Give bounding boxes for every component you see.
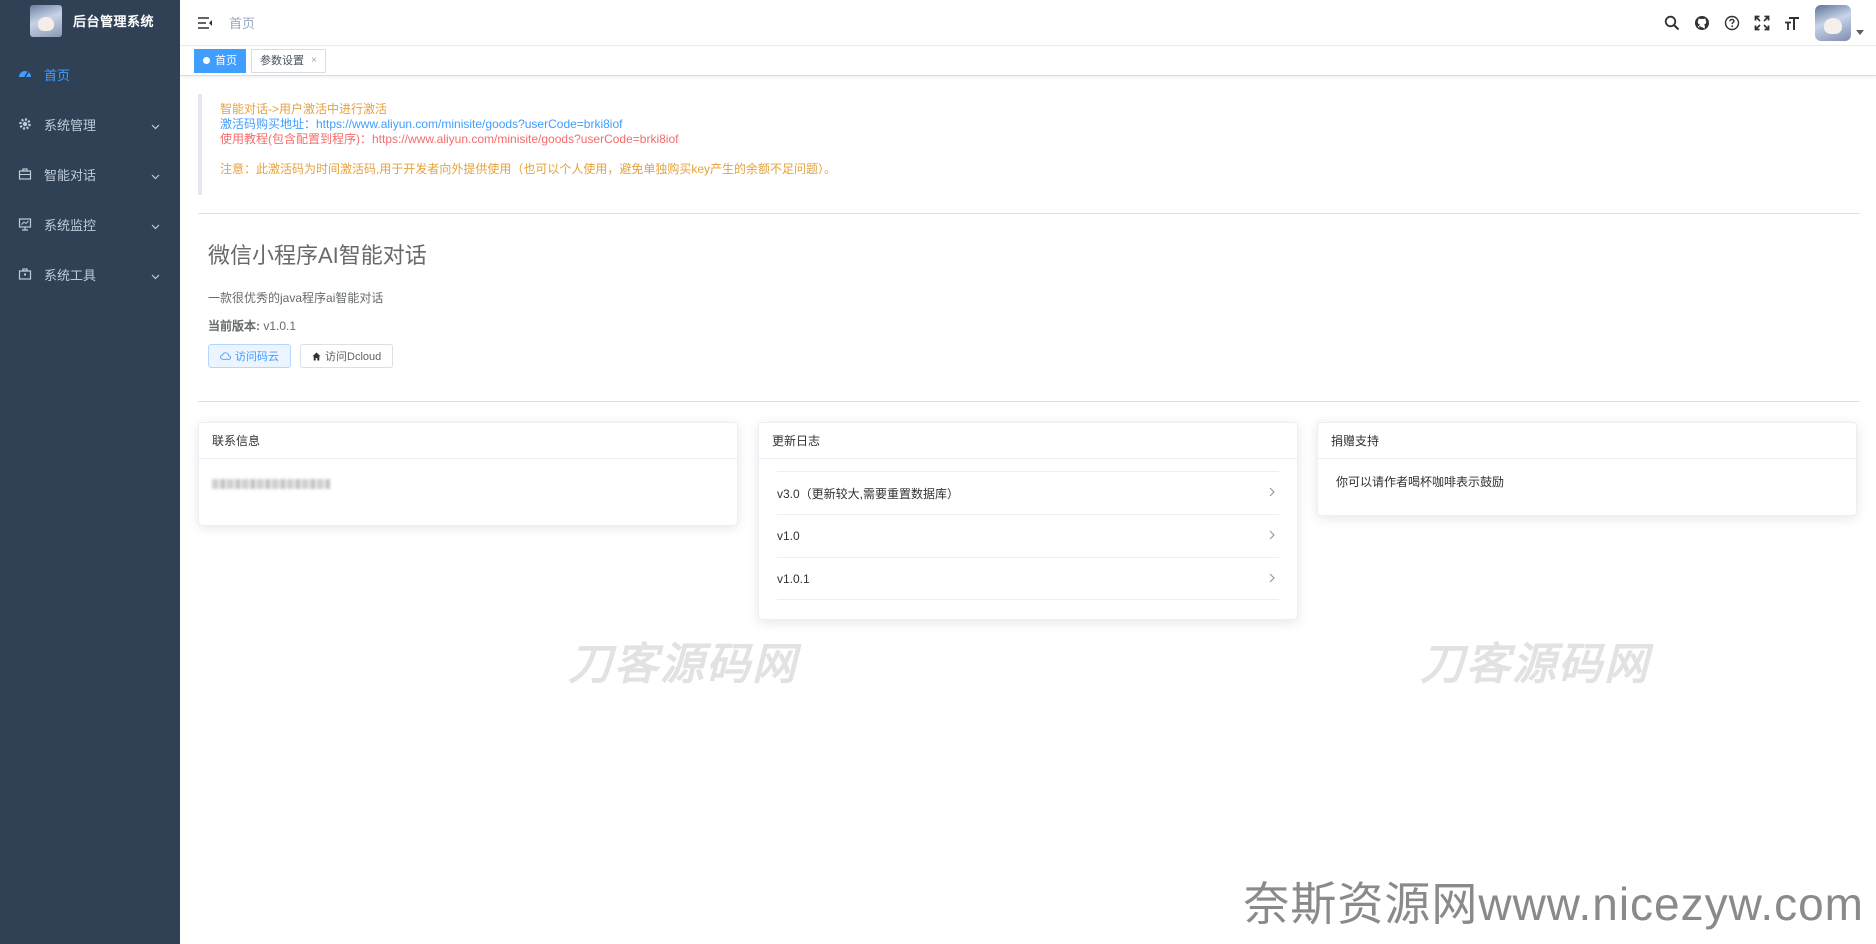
briefcase-icon	[18, 167, 32, 181]
donate-text: 你可以请作者喝杯咖啡表示鼓励	[1336, 475, 1505, 489]
chevron-right-icon	[1269, 572, 1275, 586]
version-label: 当前版本:	[208, 319, 260, 333]
notice-line-purchase-link[interactable]: 激活码购买地址：https://www.aliyun.com/minisite/…	[220, 117, 1860, 132]
version-value: v1.0.1	[263, 319, 297, 333]
info-cards: 联系信息 更新日志 v3.0（更新较大,需要重置数据库） v1.0 v1.0.1…	[198, 422, 1860, 622]
changelog-item[interactable]: v1.0.1	[777, 557, 1279, 600]
github-icon[interactable]	[1687, 0, 1717, 46]
notice-line-tutorial-link[interactable]: 使用教程(包含配置到程序)：https://www.aliyun.com/min…	[220, 132, 1860, 147]
search-icon[interactable]	[1657, 0, 1687, 46]
redacted-contact	[212, 479, 330, 489]
project-description: 一款很优秀的java程序ai智能对话	[208, 291, 384, 305]
changelog-item[interactable]: v1.0	[777, 514, 1279, 557]
main-content: 智能对话->用户激活中进行激活 激活码购买地址：https://www.aliy…	[198, 76, 1860, 622]
gear-icon	[18, 117, 32, 131]
page-title: 微信小程序AI智能对话	[208, 243, 427, 268]
breadcrumb[interactable]: 首页	[229, 13, 255, 32]
tag-label: 首页	[215, 54, 237, 67]
intro-buttons: 访问码云 访问Dcloud	[208, 344, 1860, 368]
sidebar: 后台管理系统 首页 系统管理 智能对话 系统监控 系统工具	[0, 0, 180, 944]
sidebar-item-monitor[interactable]: 系统监控	[0, 199, 180, 249]
hamburger-icon[interactable]	[195, 13, 215, 33]
font-size-icon[interactable]	[1777, 0, 1807, 46]
donate-card: 捐赠支持 你可以请作者喝杯咖啡表示鼓励	[1317, 422, 1857, 516]
contact-card: 联系信息	[198, 422, 738, 526]
tags-view: 首页 参数设置 ×	[180, 46, 1876, 76]
tag-home[interactable]: 首页	[194, 48, 246, 73]
chevron-down-icon	[151, 218, 160, 233]
site-watermark: 奈斯资源网www.nicezyw.com	[1243, 878, 1864, 930]
tag-params[interactable]: 参数设置 ×	[251, 48, 326, 73]
dashboard-icon	[18, 67, 32, 81]
changelog-card: 更新日志 v3.0（更新较大,需要重置数据库） v1.0 v1.0.1	[758, 422, 1298, 620]
sidebar-logo[interactable]: 后台管理系统	[0, 0, 180, 41]
activation-notice: 智能对话->用户激活中进行激活 激活码购买地址：https://www.aliy…	[198, 94, 1860, 195]
user-avatar[interactable]	[1815, 5, 1851, 41]
notice-spacer	[220, 147, 1860, 162]
divider	[198, 401, 1860, 402]
card-title: 更新日志	[759, 423, 1297, 459]
tag-label: 参数设置	[260, 54, 304, 67]
navbar-actions	[1657, 0, 1864, 46]
card-title: 联系信息	[199, 423, 737, 459]
sidebar-item-label: 智能对话	[44, 167, 97, 183]
monitor-icon	[18, 217, 32, 231]
notice-line-warning: 注意：此激活码为时间激活码,用于开发者向外提供使用（也可以个人使用，避免单独购买…	[220, 162, 837, 176]
sidebar-item-label: 首页	[44, 67, 71, 83]
watermark-left: 刀客源码网	[568, 640, 798, 689]
changelog-title: v1.0.1	[777, 571, 810, 586]
help-icon[interactable]	[1717, 0, 1747, 46]
chevron-down-icon	[151, 268, 160, 283]
chevron-right-icon	[1269, 529, 1275, 543]
active-dot-icon	[203, 57, 210, 64]
close-icon[interactable]: ×	[311, 50, 317, 72]
chevron-down-icon	[151, 168, 160, 183]
sidebar-item-system-management[interactable]: 系统管理	[0, 99, 180, 149]
sidebar-item-label: 系统监控	[44, 217, 97, 233]
navbar: 首页	[180, 0, 1876, 46]
sidebar-item-tools[interactable]: 系统工具	[0, 249, 180, 299]
logo-image	[30, 4, 62, 37]
card-body	[199, 459, 737, 506]
changelog-title: v1.0	[777, 529, 800, 543]
app-root: 后台管理系统 首页 系统管理 智能对话 系统监控 系统工具 首页 首页 参数设置…	[0, 0, 1876, 944]
sidebar-menu: 首页 系统管理 智能对话 系统监控 系统工具	[0, 49, 180, 299]
visit-dcloud-button[interactable]: 访问Dcloud	[300, 344, 394, 368]
chevron-down-icon	[151, 118, 160, 133]
changelog-list: v3.0（更新较大,需要重置数据库） v1.0 v1.0.1	[759, 459, 1297, 614]
project-intro: 微信小程序AI智能对话 一款很优秀的java程序ai智能对话 当前版本: v1.…	[198, 214, 1860, 368]
fullscreen-icon[interactable]	[1747, 0, 1777, 46]
notice-line-activation: 智能对话->用户激活中进行激活	[220, 102, 388, 116]
app-title: 后台管理系统	[73, 14, 155, 29]
sidebar-item-ai-chat[interactable]: 智能对话	[0, 149, 180, 199]
visit-gitee-button[interactable]: 访问码云	[208, 344, 291, 368]
changelog-title: v3.0（更新较大,需要重置数据库）	[777, 486, 960, 501]
watermark-right: 刀客源码网	[1420, 640, 1650, 689]
changelog-item[interactable]: v3.0（更新较大,需要重置数据库）	[777, 471, 1279, 514]
button-label: 访问Dcloud	[325, 351, 382, 363]
caret-down-icon[interactable]	[1856, 29, 1864, 35]
sidebar-item-label: 系统工具	[44, 267, 97, 283]
button-label: 访问码云	[235, 351, 279, 363]
home-icon	[312, 352, 321, 361]
toolbox-icon	[18, 267, 32, 281]
card-title: 捐赠支持	[1318, 423, 1856, 459]
sidebar-item-label: 系统管理	[44, 117, 97, 133]
version-info: 当前版本: v1.0.1	[208, 317, 1860, 334]
chevron-right-icon	[1269, 486, 1275, 500]
cloud-icon	[220, 352, 231, 360]
sidebar-item-home[interactable]: 首页	[0, 49, 180, 99]
